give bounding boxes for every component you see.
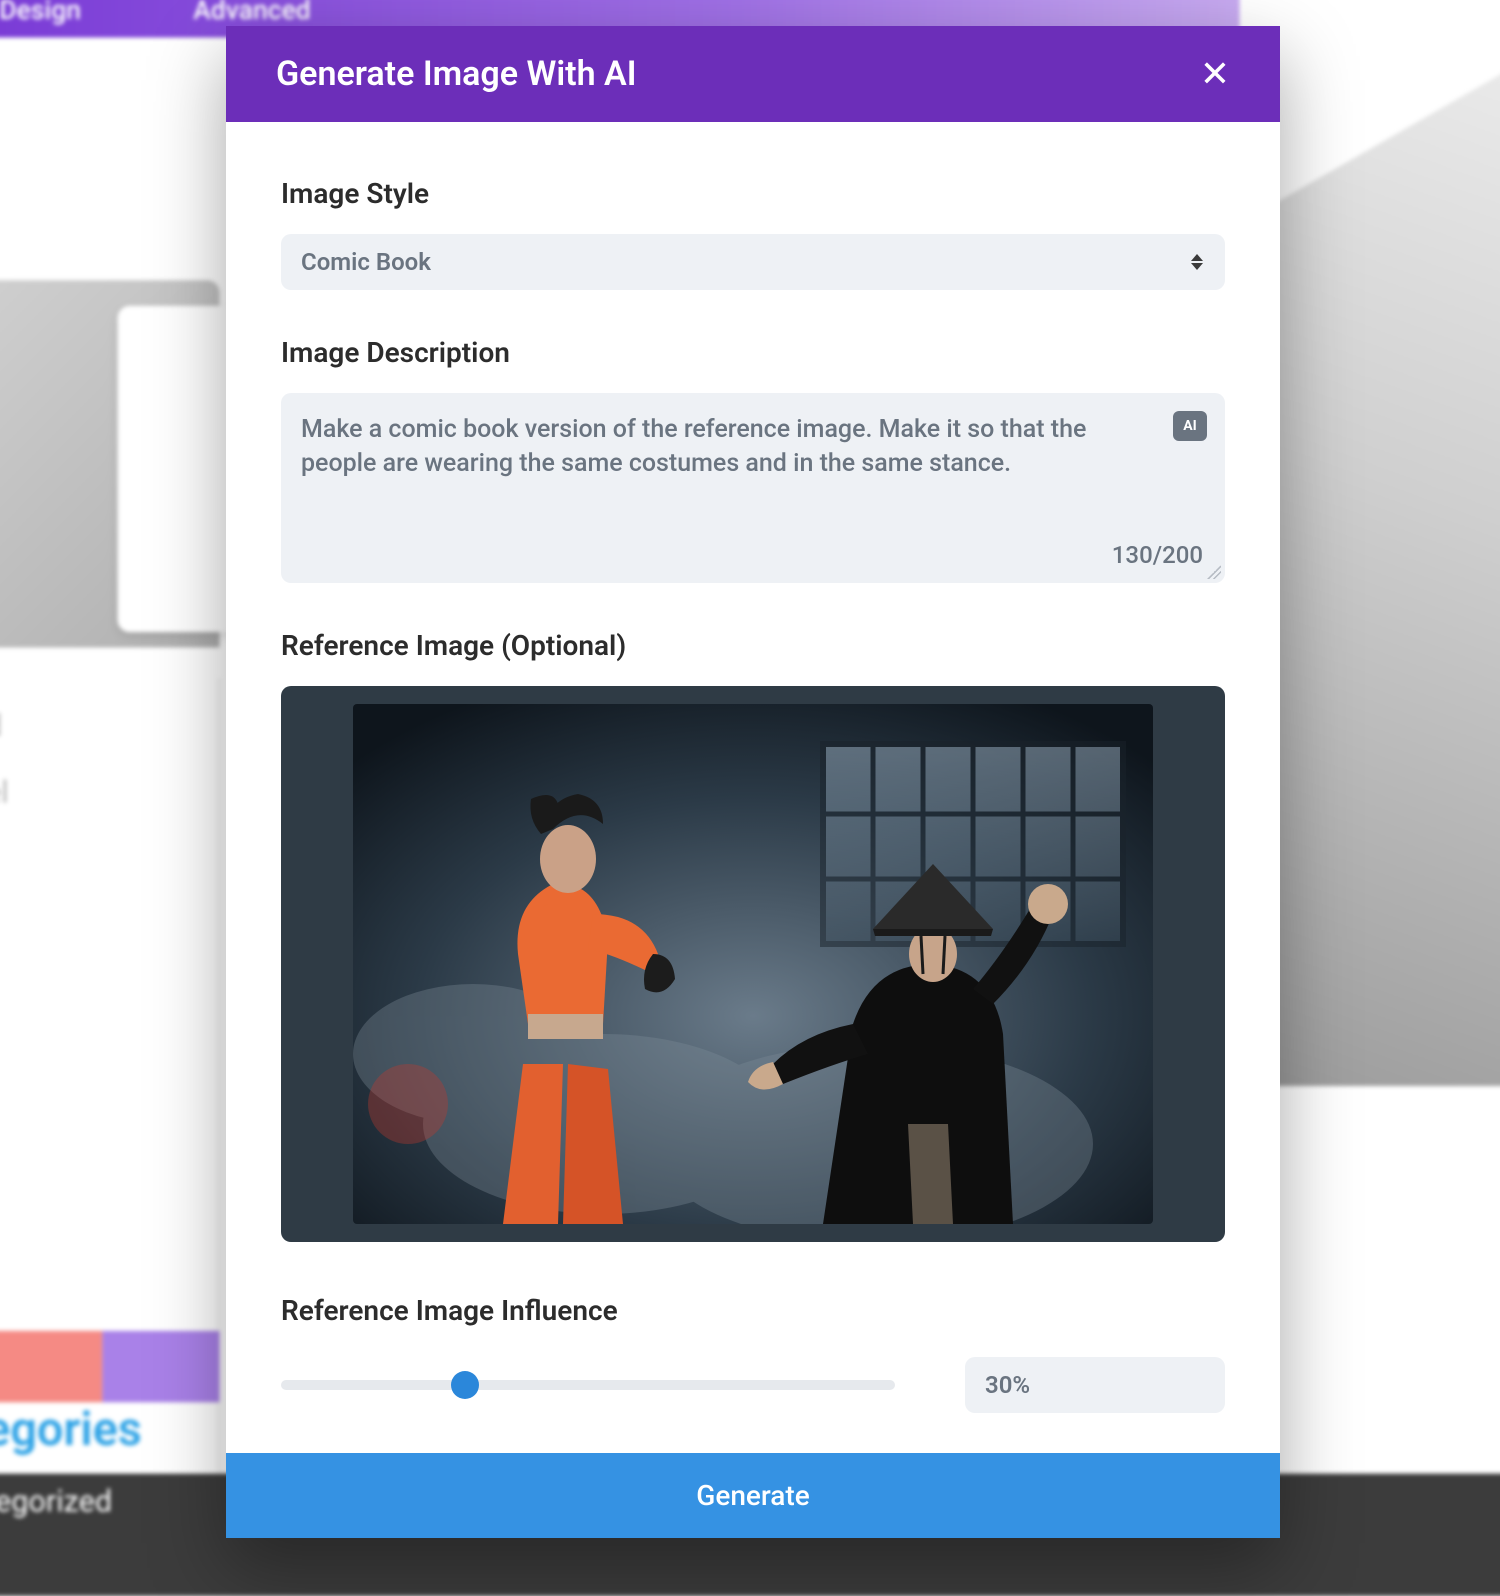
generate-button-label: Generate: [696, 1479, 809, 1512]
generate-button[interactable]: Generate: [226, 1453, 1280, 1538]
reference-image-icon: [353, 704, 1153, 1224]
bg-side-item-1: d: [0, 709, 219, 745]
bg-uncategorized: tegorized: [0, 1484, 112, 1520]
image-style-label: Image Style: [281, 177, 1225, 210]
reference-image-label: Reference Image (Optional): [281, 629, 1225, 662]
image-description-label: Image Description: [281, 336, 1225, 369]
image-style-select[interactable]: Comic Book: [281, 234, 1225, 290]
close-button[interactable]: ✕: [1200, 56, 1230, 92]
influence-label: Reference Image Influence: [281, 1294, 1225, 1327]
bg-color-bar: [0, 1331, 220, 1402]
influence-row: 30%: [281, 1357, 1225, 1413]
select-caret-icon: [1191, 254, 1203, 270]
resize-handle-icon[interactable]: [1207, 565, 1221, 579]
bg-side-item-2: el: [0, 775, 219, 811]
image-description-input[interactable]: Make a comic book version of the referen…: [281, 393, 1225, 583]
bg-tab-design: Design: [0, 0, 81, 26]
influence-value-input[interactable]: 30%: [965, 1357, 1225, 1413]
reference-image-preview[interactable]: [281, 686, 1225, 1242]
character-count: 130/200: [1112, 541, 1203, 569]
ai-icon: AI: [1183, 418, 1197, 434]
modal-title: Generate Image With AI: [276, 54, 637, 94]
generate-image-modal: Generate Image With AI ✕ Image Style Com…: [226, 26, 1280, 1538]
modal-body: Image Style Comic Book Image Description…: [226, 122, 1280, 1453]
close-icon: ✕: [1200, 53, 1230, 94]
image-description-text: Make a comic book version of the referen…: [301, 413, 1155, 481]
influence-value-text: 30%: [985, 1371, 1030, 1399]
influence-slider-thumb[interactable]: [451, 1371, 479, 1399]
bg-tab-advanced: Advanced: [193, 0, 311, 26]
image-style-value: Comic Book: [301, 248, 431, 276]
influence-slider[interactable]: [281, 1380, 895, 1390]
ai-suggest-button[interactable]: AI: [1173, 411, 1207, 441]
bg-categories-heading: egories: [0, 1402, 142, 1457]
modal-header: Generate Image With AI ✕: [226, 26, 1280, 122]
